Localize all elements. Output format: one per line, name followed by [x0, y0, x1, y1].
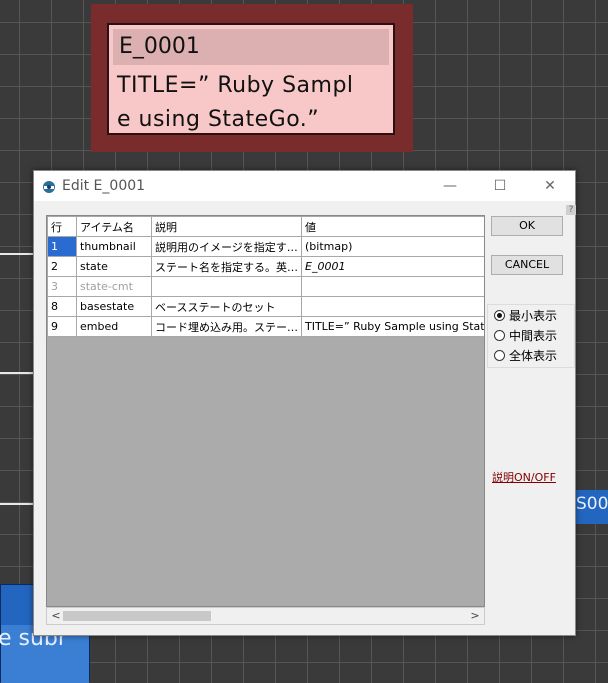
scroll-left-arrow[interactable]: < — [49, 609, 63, 623]
item-name-cell[interactable]: thumbnail — [76, 236, 152, 257]
state-node-e0001[interactable]: E_0001 TITLE=” Ruby Sampl e using StateG… — [107, 23, 395, 135]
edit-dialog: Edit E_0001 — ☐ ✕ ? 行 アイテム名 説明 値 1 thumb… — [33, 170, 576, 636]
value-cell[interactable] — [301, 296, 484, 317]
connector-line — [0, 372, 34, 374]
connector-line — [0, 503, 34, 505]
row-number-cell[interactable]: 1 — [47, 236, 77, 257]
value-cell[interactable]: TITLE=” Ruby Sample using StateGo.” — [301, 316, 484, 337]
row-number-cell[interactable]: 3 — [47, 276, 77, 297]
node-body-line1: TITLE=” Ruby Sampl — [117, 73, 354, 98]
table-row[interactable]: 9 embed コード埋め込み用。ステート… TITLE=” Ruby Samp… — [47, 316, 484, 337]
description-cell[interactable]: ベースステートのセット — [151, 296, 302, 317]
item-name-cell[interactable]: state-cmt — [76, 276, 152, 297]
table-row[interactable]: 8 basestate ベースステートのセット — [47, 296, 484, 317]
horizontal-scrollbar[interactable]: < > — [46, 607, 485, 625]
radio-full-view[interactable]: 全体表示 — [494, 347, 557, 365]
app-icon — [43, 181, 55, 193]
value-cell[interactable]: (bitmap) — [301, 236, 484, 257]
radio-min-view[interactable]: 最小表示 — [494, 307, 557, 325]
help-icon[interactable]: ? — [566, 205, 576, 215]
description-toggle-link[interactable]: 説明ON/OFF — [492, 469, 556, 485]
right-node-label: S00 — [576, 494, 608, 514]
dialog-title: Edit E_0001 — [62, 178, 146, 194]
node-body: TITLE=” Ruby Sampl e using StateGo.” — [117, 69, 387, 137]
col-header-item-name[interactable]: アイテム名 — [76, 216, 152, 237]
row-number-cell[interactable]: 8 — [47, 296, 77, 317]
radio-unselected-icon — [494, 350, 505, 361]
connector-line — [0, 253, 34, 255]
node-body-line2: e using StateGo.” — [117, 107, 320, 132]
table-row[interactable]: 1 thumbnail 説明用のイメージを指定する。 (bitmap) — [47, 236, 484, 257]
property-grid[interactable]: 行 アイテム名 説明 値 1 thumbnail 説明用のイメージを指定する。 … — [46, 215, 485, 607]
node-title: E_0001 — [113, 29, 389, 65]
maximize-button[interactable]: ☐ — [477, 171, 523, 201]
cancel-button[interactable]: CANCEL — [491, 255, 563, 275]
radio-label: 中間表示 — [509, 329, 558, 343]
close-button[interactable]: ✕ — [527, 171, 573, 201]
description-cell[interactable] — [151, 276, 302, 297]
description-cell[interactable]: コード埋め込み用。ステート… — [151, 316, 302, 337]
minimize-button[interactable]: — — [427, 171, 473, 201]
col-header-row-num[interactable]: 行 — [47, 216, 77, 237]
description-cell[interactable]: ステート名を指定する。英文… — [151, 256, 302, 277]
dialog-titlebar[interactable]: Edit E_0001 — ☐ ✕ — [34, 171, 575, 201]
radio-label: 全体表示 — [509, 349, 558, 363]
item-name-cell[interactable]: basestate — [76, 296, 152, 317]
property-table: 行 アイテム名 説明 値 1 thumbnail 説明用のイメージを指定する。 … — [47, 216, 484, 337]
scroll-right-arrow[interactable]: > — [468, 609, 482, 623]
ok-button[interactable]: OK — [491, 216, 563, 236]
value-cell[interactable] — [301, 276, 484, 297]
scrollbar-thumb[interactable] — [63, 611, 211, 621]
radio-medium-view[interactable]: 中間表示 — [494, 327, 557, 345]
item-name-cell[interactable]: state — [76, 256, 152, 277]
col-header-description[interactable]: 説明 — [151, 216, 302, 237]
radio-label: 最小表示 — [509, 309, 558, 323]
table-row[interactable]: 2 state ステート名を指定する。英文… E_0001 — [47, 256, 484, 277]
row-number-cell[interactable]: 2 — [47, 256, 77, 277]
radio-selected-icon — [494, 310, 505, 321]
item-name-cell[interactable]: embed — [76, 316, 152, 337]
view-mode-group: 最小表示 中間表示 全体表示 — [487, 304, 575, 368]
table-row[interactable]: 3 state-cmt — [47, 276, 484, 297]
table-header-row: 行 アイテム名 説明 値 — [47, 216, 484, 237]
description-cell[interactable]: 説明用のイメージを指定する。 — [151, 236, 302, 257]
radio-unselected-icon — [494, 330, 505, 341]
col-header-value[interactable]: 値 — [301, 216, 484, 237]
value-cell[interactable]: E_0001 — [301, 256, 484, 277]
row-number-cell[interactable]: 9 — [47, 316, 77, 337]
